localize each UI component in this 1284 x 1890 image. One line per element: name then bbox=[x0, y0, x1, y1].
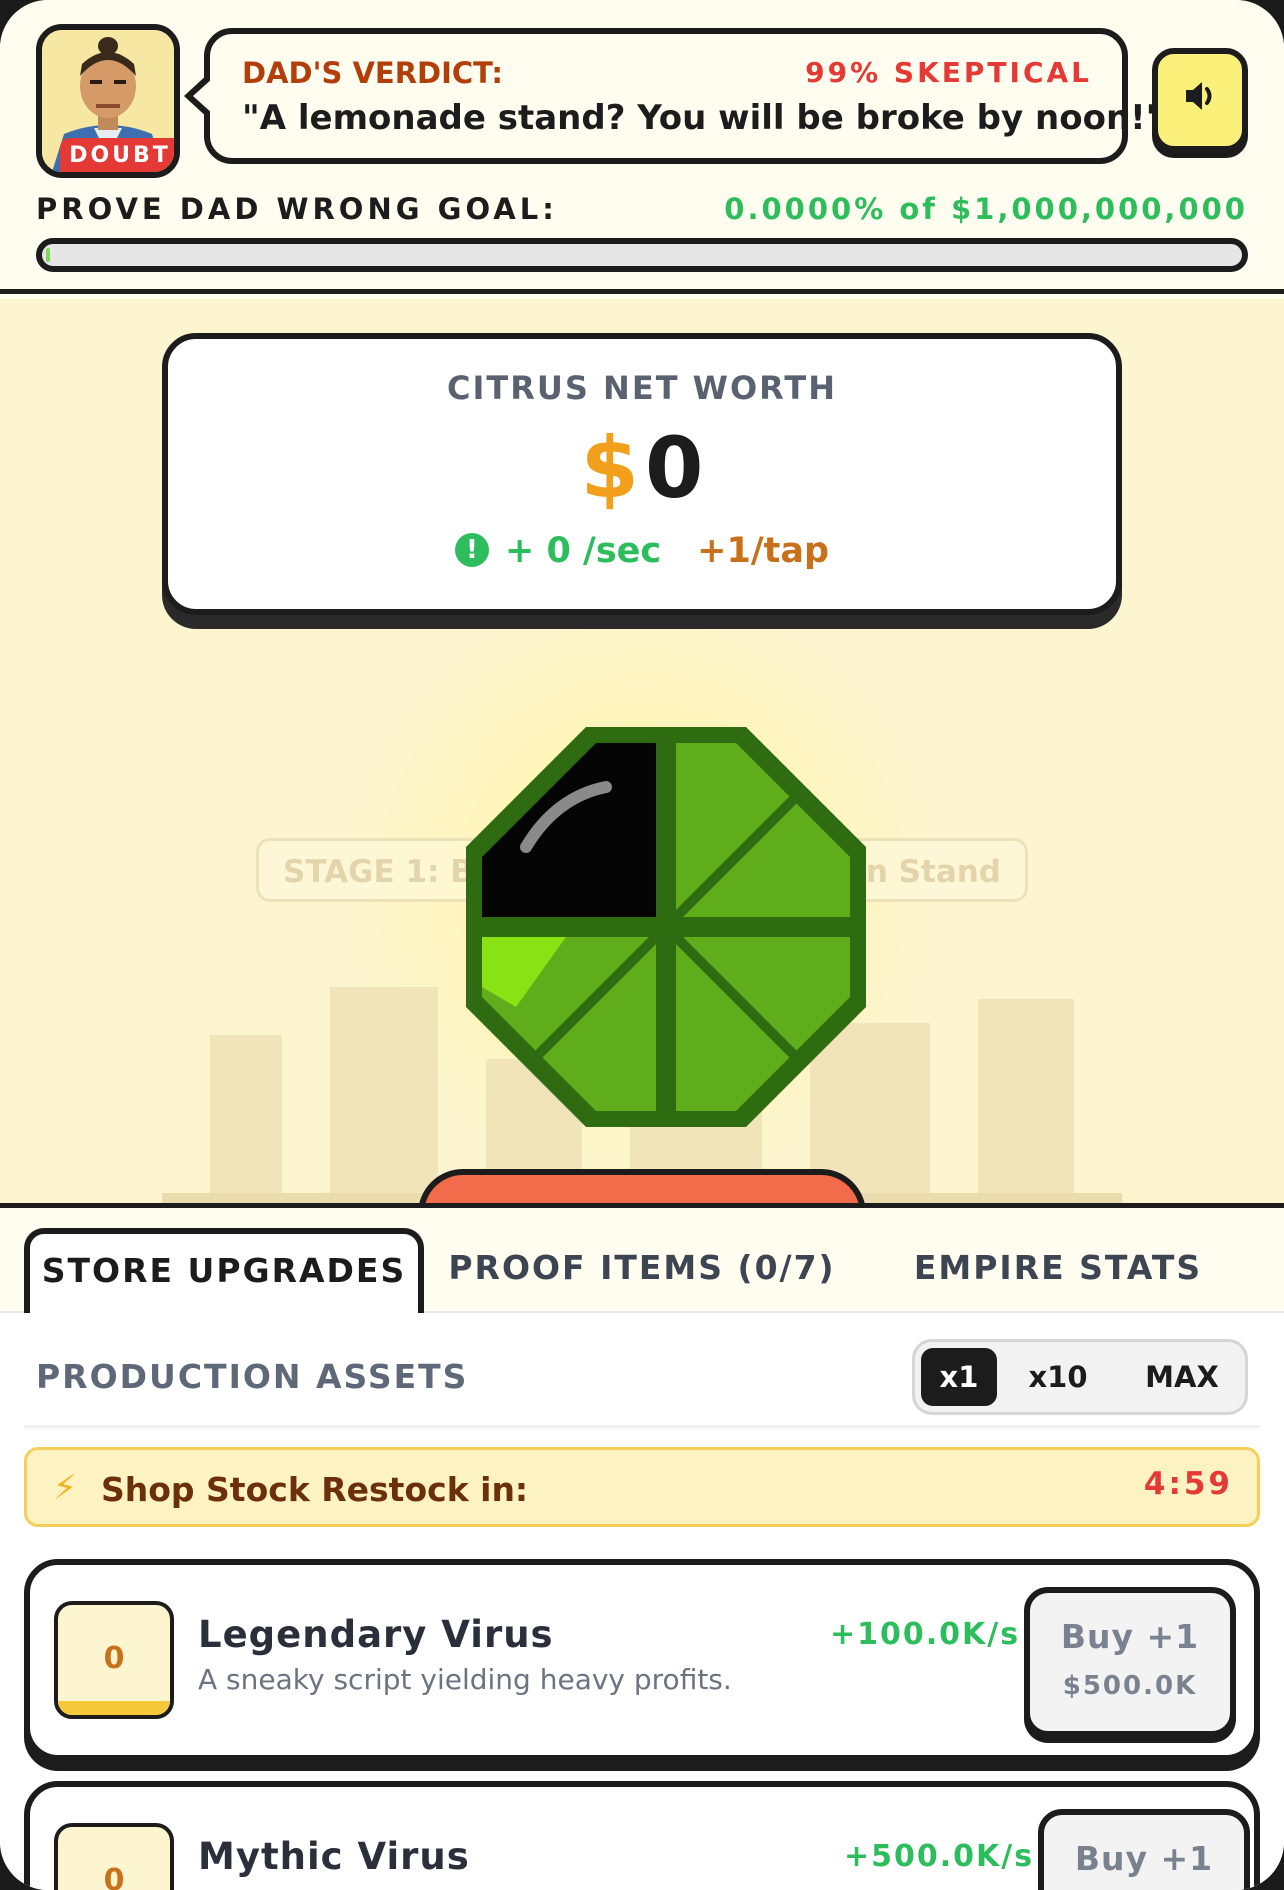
tab-store-upgrades[interactable]: STORE UPGRADES bbox=[24, 1228, 424, 1320]
net-worth-title: CITRUS NET WORTH bbox=[447, 369, 837, 407]
background-building bbox=[210, 1035, 282, 1195]
asset-card-mythic-virus: 0 Mythic Virus +500.0K/s Buy +1 bbox=[24, 1781, 1260, 1890]
dad-quote: "A lemonade stand? You will be broke by … bbox=[242, 98, 1164, 138]
asset-description: A sneaky script yielding heavy profits. bbox=[198, 1663, 732, 1696]
tab-bar: STORE UPGRADES PROOF ITEMS (0/7) EMPIRE … bbox=[0, 1203, 1284, 1320]
dad-avatar: DOUBT bbox=[36, 24, 180, 178]
asset-card-legendary-virus: 0 Legendary Virus A sneaky script yieldi… bbox=[24, 1559, 1260, 1761]
buy-price: $500.0K bbox=[1062, 1671, 1198, 1701]
restock-timer: 4:59 bbox=[1143, 1466, 1233, 1502]
goal-value: 0.0000% of $1,000,000,000 bbox=[724, 192, 1248, 226]
asset-rate: +100.0K/s bbox=[830, 1617, 1021, 1652]
verdict-label: DAD'S VERDICT: bbox=[242, 56, 503, 90]
net-worth-card: CITRUS NET WORTH $0 ! + 0 /sec +1/tap bbox=[162, 333, 1122, 615]
quantity-toggle: x1 x10 MAX bbox=[912, 1339, 1248, 1415]
currency-symbol: $ bbox=[580, 419, 639, 517]
net-worth-value: 0 bbox=[645, 419, 704, 517]
restock-text: Shop Stock Restock in: bbox=[101, 1470, 529, 1509]
income-rates: ! + 0 /sec +1/tap bbox=[168, 531, 1116, 571]
speaker-icon bbox=[1186, 82, 1212, 110]
sound-toggle-button[interactable] bbox=[1152, 48, 1248, 152]
goal-progress-bar bbox=[36, 238, 1248, 272]
quantity-x1-button[interactable]: x1 bbox=[921, 1348, 997, 1406]
game-screen: DOUBT DAD'S VERDICT: 99% SKEPTICAL "A le… bbox=[0, 0, 1284, 1890]
quantity-max-button[interactable]: MAX bbox=[1127, 1348, 1237, 1406]
per-tap-rate: +1/tap bbox=[697, 531, 830, 571]
asset-name: Legendary Virus bbox=[198, 1613, 554, 1656]
stage-label-left: STAGE 1: B bbox=[283, 854, 474, 890]
lightning-icon: ⚡ bbox=[53, 1468, 77, 1508]
stage-area: STAGE 1: B n Stand CITRUS NET WORTH $0 !… bbox=[0, 299, 1284, 1203]
background-building bbox=[978, 999, 1074, 1195]
stage-label-right: n Stand bbox=[865, 854, 1001, 890]
background-building bbox=[330, 987, 438, 1195]
per-second-rate: + 0 /sec bbox=[504, 531, 662, 571]
tab-proof-items[interactable]: PROOF ITEMS (0/7) bbox=[432, 1228, 852, 1320]
asset-rate: +500.0K/s bbox=[844, 1839, 1035, 1874]
goal-label: PROVE DAD WRONG GOAL: bbox=[36, 192, 558, 226]
header: DOUBT DAD'S VERDICT: 99% SKEPTICAL "A le… bbox=[0, 0, 1284, 294]
net-worth-amount: $0 bbox=[168, 419, 1116, 517]
quantity-x10-button[interactable]: x10 bbox=[1013, 1348, 1103, 1406]
asset-owned-count: 0 bbox=[54, 1823, 174, 1890]
goal-progress-fill bbox=[46, 248, 50, 262]
dad-speech-bubble: DAD'S VERDICT: 99% SKEPTICAL "A lemonade… bbox=[184, 28, 1163, 164]
asset-owned-count: 0 bbox=[54, 1601, 174, 1719]
info-icon: ! bbox=[454, 533, 489, 567]
buy-mythic-virus-button[interactable]: Buy +1 bbox=[1038, 1809, 1250, 1890]
skeptical-meter: 99% SKEPTICAL bbox=[805, 56, 1092, 89]
lime-tap-target[interactable] bbox=[456, 717, 876, 1137]
buy-label: Buy +1 bbox=[1060, 1617, 1200, 1656]
buy-label: Buy +1 bbox=[1074, 1839, 1214, 1878]
lime-icon bbox=[466, 727, 866, 1127]
restock-banner: ⚡ Shop Stock Restock in: 4:59 bbox=[24, 1447, 1260, 1527]
section-label: PRODUCTION ASSETS bbox=[36, 1357, 469, 1396]
store-panel: PRODUCTION ASSETS x1 x10 MAX ⚡ Shop Stoc… bbox=[0, 1313, 1284, 1890]
buy-legendary-virus-button[interactable]: Buy +1 $500.0K bbox=[1024, 1587, 1236, 1737]
doubt-badge: DOUBT bbox=[60, 138, 174, 172]
tap-to-squeeze-button[interactable] bbox=[418, 1169, 866, 1203]
tab-empire-stats[interactable]: EMPIRE STATS bbox=[900, 1228, 1216, 1320]
asset-name: Mythic Virus bbox=[198, 1835, 470, 1878]
